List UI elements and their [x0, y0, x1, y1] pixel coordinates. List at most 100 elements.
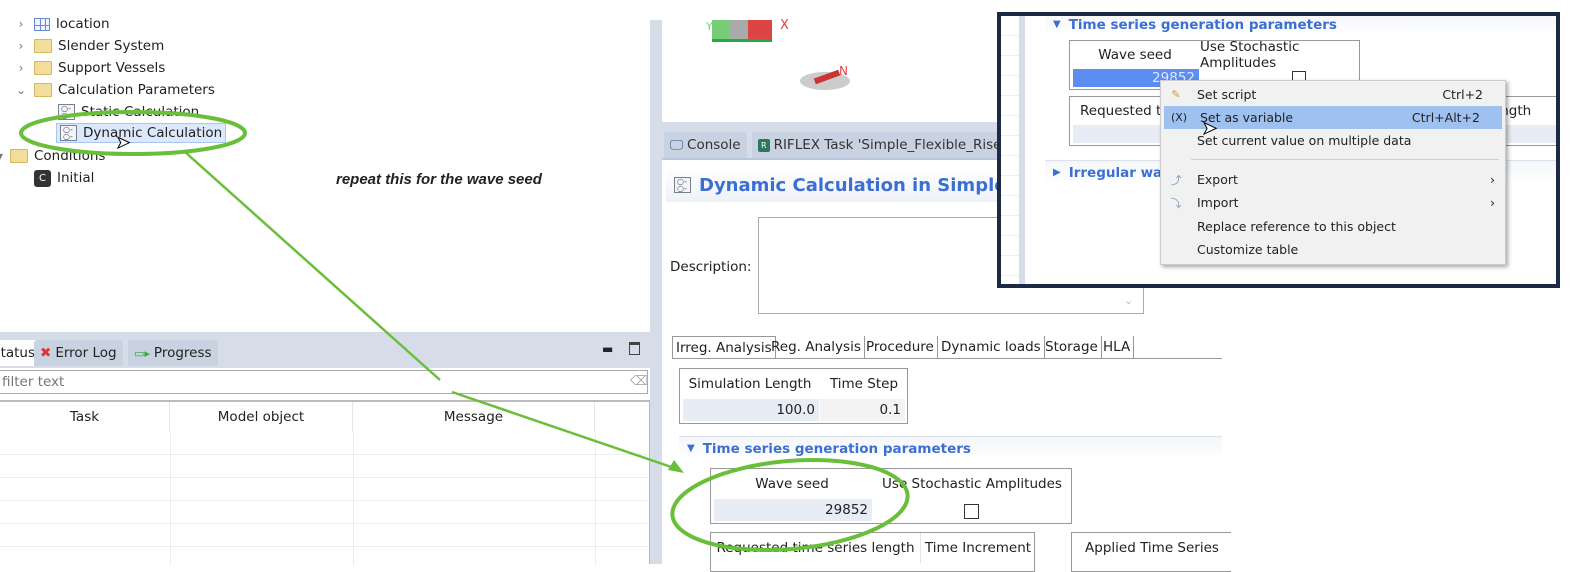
- tab-console[interactable]: 🖵 Console: [664, 132, 747, 158]
- mouse-cursor-icon: ➤: [115, 133, 131, 154]
- section-title: Time series generation parameters: [1068, 16, 1337, 33]
- axis-label-y: Y: [706, 20, 713, 33]
- model-tree: › location › Slender System › Support Vesse…: [0, 0, 650, 332]
- page-title: Dynamic Calculation in Simple_F: [699, 174, 1028, 196]
- table-rows: [0, 432, 648, 566]
- section-title: Time series generation parameters: [702, 440, 971, 457]
- menu-label: Import: [1197, 195, 1239, 210]
- tab-label: Status: [0, 345, 36, 361]
- menu-shortcut: Ctrl+Alt+2: [1411, 110, 1480, 125]
- riflex-icon: R: [758, 138, 770, 152]
- applied-table: Applied Time Series: [1071, 532, 1231, 572]
- description-label: Description:: [670, 259, 752, 275]
- column-header-task[interactable]: Task: [0, 402, 170, 432]
- column-header-wave-seed: Wave seed: [1098, 47, 1172, 63]
- status-panel: Status ✖Error Log ▭▸Progress ▬ ⌫ Task Mo…: [0, 338, 650, 566]
- menu-label: Export: [1197, 172, 1238, 187]
- tab-dynamic-loads[interactable]: Dynamic loads: [938, 336, 1045, 358]
- maximize-icon[interactable]: [629, 342, 640, 355]
- tab-hla[interactable]: HLA: [1100, 336, 1135, 358]
- menu-item-export[interactable]: ⤴ Export ›: [1161, 168, 1505, 191]
- column-header-message[interactable]: Message: [353, 402, 595, 432]
- tab-storage[interactable]: Storage: [1042, 336, 1102, 358]
- menu-item-replace-reference[interactable]: Replace reference to this object: [1161, 215, 1505, 238]
- tree-item-dynamic-calculation[interactable]: ○- ○- Dynamic Calculation: [56, 123, 227, 143]
- expand-icon: ▶: [1053, 167, 1061, 178]
- inset-screenshot: ▼ Time series generation parameters Wave …: [997, 12, 1560, 288]
- wave-seed-table: Wave seed Use Stochastic Amplitudes 2985…: [710, 468, 1072, 524]
- section-time-series[interactable]: ▼ Time series generation parameters: [1045, 16, 1556, 36]
- folder-icon: [10, 149, 28, 163]
- annotation-text: repeat this for the wave seed: [336, 171, 542, 188]
- column-header-wave-seed: Wave seed: [755, 476, 829, 492]
- chevron-right-icon[interactable]: ›: [14, 61, 28, 75]
- tree-item-slender-system[interactable]: › Slender System: [14, 36, 165, 56]
- tab-progress[interactable]: ▭▸ Progress: [128, 340, 218, 366]
- variable-icon: (X): [1170, 111, 1188, 124]
- tree-item-location[interactable]: › location: [14, 14, 110, 34]
- 3d-view[interactable]: Y X N: [662, 18, 1002, 126]
- menu-item-set-script[interactable]: ✎ Set script Ctrl+2: [1161, 83, 1505, 106]
- menu-shortcut: Ctrl+2: [1442, 87, 1483, 102]
- stochastic-amplitudes-checkbox[interactable]: [964, 504, 979, 519]
- tab-error-log[interactable]: ✖ Error Log: [34, 340, 123, 366]
- column-header-time-increment: Time Increment: [924, 540, 1032, 556]
- export-icon: ⤴: [1170, 173, 1182, 187]
- tree-item-label: Support Vessels: [58, 60, 166, 76]
- tab-irreg-analysis[interactable]: Irreg. Analysis: [672, 336, 776, 358]
- menu-separator: [1191, 159, 1499, 160]
- column-header-model-object[interactable]: Model object: [170, 402, 353, 432]
- mouse-cursor-icon: ➤: [1201, 118, 1218, 140]
- tree-item-conditions[interactable]: ▾ Conditions: [0, 146, 105, 166]
- submenu-arrow-icon: ›: [1490, 195, 1495, 210]
- menu-label: Set current value on multiple data: [1197, 133, 1412, 148]
- requested-table: Requested time series length Time Increm…: [710, 532, 1035, 572]
- panel-divider[interactable]: [650, 20, 662, 564]
- column-header-stochastic: Use Stochastic Amplitudes: [882, 476, 1062, 492]
- chevron-down-icon[interactable]: ▾: [0, 149, 4, 163]
- import-icon: ⤵: [1170, 196, 1182, 210]
- chevron-right-icon[interactable]: ›: [14, 39, 28, 53]
- tab-procedure[interactable]: Procedure: [863, 336, 938, 358]
- menu-label: Set script: [1197, 87, 1257, 102]
- expand-icon: ▼: [1053, 19, 1061, 30]
- tree-item-support-vessels[interactable]: › Support Vessels: [14, 58, 166, 78]
- tab-label: Progress: [153, 345, 212, 361]
- tree-item-static-calculation[interactable]: ○- ○- Static Calculation: [58, 102, 199, 122]
- tab-label: Error Log: [55, 345, 117, 361]
- clear-filter-icon[interactable]: ⌫: [630, 374, 648, 389]
- section-time-series[interactable]: ▼ Time series generation parameters: [679, 436, 1222, 460]
- menu-label: Customize table: [1197, 242, 1299, 257]
- script-icon: ✎: [1171, 88, 1181, 101]
- tree-item-label: Static Calculation: [81, 104, 200, 120]
- tab-riflex-task[interactable]: R RIFLEX Task 'Simple_Flexible_Riser': [752, 132, 1017, 158]
- tab-label: Console: [687, 137, 741, 153]
- menu-item-customize-table[interactable]: Customize table: [1161, 238, 1505, 261]
- minimize-icon[interactable]: ▬: [602, 342, 613, 356]
- tree-item-label: Initial: [57, 170, 95, 186]
- tree-item-initial[interactable]: C Initial: [34, 168, 94, 188]
- filter-input[interactable]: [0, 370, 648, 394]
- tree-item-label: Slender System: [58, 38, 165, 54]
- folder-icon: [34, 83, 52, 97]
- expand-icon: ▼: [687, 443, 695, 454]
- tab-label: RIFLEX Task 'Simple_Flexible_Riser': [773, 137, 1011, 153]
- context-menu: ✎ Set script Ctrl+2 (X) Set as variable Ctrl…: [1160, 80, 1506, 265]
- menu-item-import[interactable]: ⤵ Import ›: [1161, 191, 1505, 214]
- chevron-right-icon[interactable]: ›: [14, 17, 28, 31]
- tab-reg-analysis[interactable]: Reg. Analysis: [768, 336, 865, 358]
- column-header-time-step: Time Step: [829, 376, 899, 392]
- tree-item-calculation-parameters[interactable]: ⌄ Calculation Parameters: [14, 80, 215, 100]
- condition-icon: C: [34, 169, 51, 187]
- axis-triad-icon: [712, 20, 772, 42]
- submenu-arrow-icon: ›: [1490, 172, 1495, 187]
- folder-icon: [34, 61, 52, 75]
- time-step-cell[interactable]: 0.1: [820, 399, 905, 421]
- column-header-requested-length: Requested time series length: [711, 533, 921, 563]
- chevron-down-icon[interactable]: ⌄: [14, 83, 28, 97]
- simulation-length-cell[interactable]: 100.0: [683, 399, 819, 421]
- wave-seed-cell[interactable]: 29852: [714, 499, 872, 521]
- tree-item-label: Conditions: [34, 148, 106, 164]
- calculation-icon: ○- ○-: [58, 104, 75, 120]
- scroll-down-icon[interactable]: ⌄: [1124, 294, 1133, 307]
